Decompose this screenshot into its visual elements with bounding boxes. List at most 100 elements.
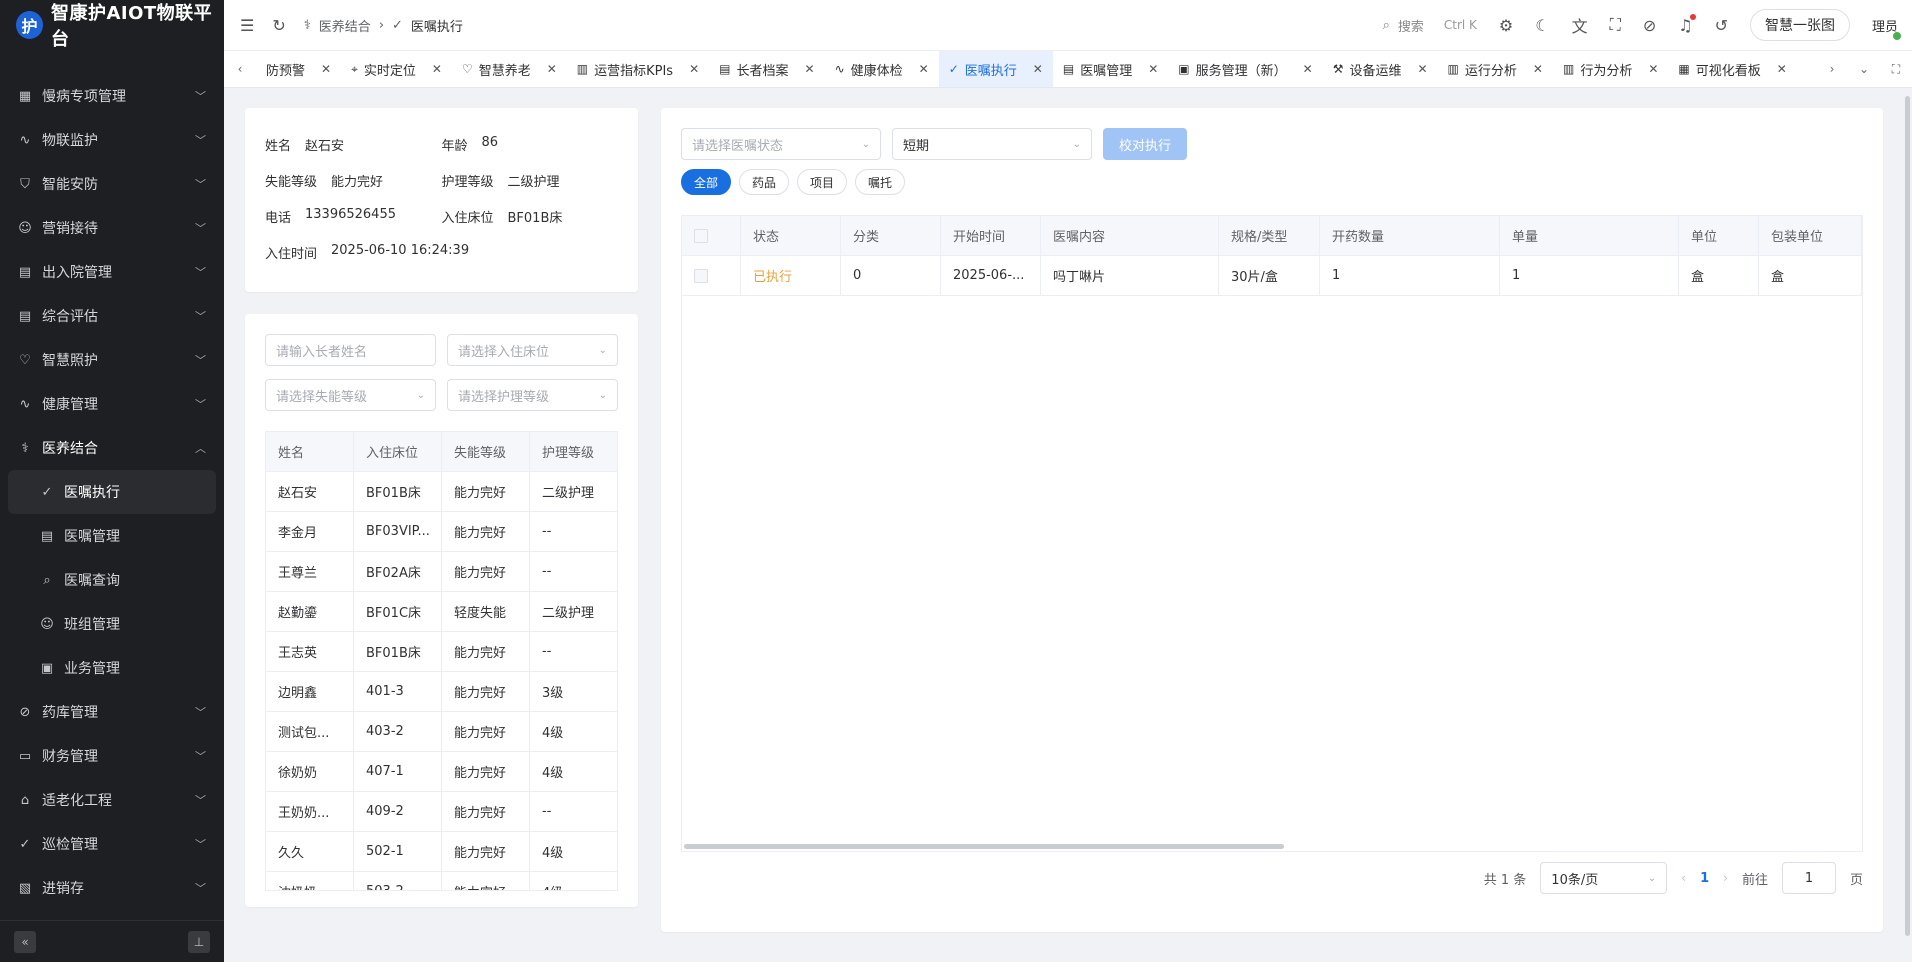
global-search[interactable]: ⌕ 搜索 Ctrl K xyxy=(1383,16,1477,35)
tab[interactable]: ♡ 智慧养老 ✕ xyxy=(452,51,567,87)
column-header[interactable]: 状态 xyxy=(741,216,841,255)
table-row[interactable]: 王奶奶... 409-2 能力完好 -- xyxy=(266,792,617,832)
big-screen-button[interactable]: 智慧一张图 xyxy=(1749,9,1850,41)
tab[interactable]: ▦ 可视化看板 ✕ xyxy=(1668,51,1796,87)
sidebar-item[interactable]: ▤ 综合评估 ﹀ xyxy=(0,294,224,338)
tab[interactable]: ⚒ 设备运维 ✕ xyxy=(1323,51,1438,87)
close-icon[interactable]: ✕ xyxy=(805,62,815,76)
tab[interactable]: ∿ 健康体检 ✕ xyxy=(825,51,939,87)
mute-icon[interactable]: ⊘ xyxy=(1643,16,1656,35)
sidebar-subitem[interactable]: ⌕ 医嘱查询 xyxy=(0,558,224,602)
term-select[interactable]: 短期 ⌄ xyxy=(892,128,1092,160)
sidebar-item[interactable]: ⌂ 适老化工程 ﹀ xyxy=(0,778,224,822)
verify-execute-button[interactable]: 校对执行 xyxy=(1103,128,1188,160)
tab[interactable]: ▤ 长者档案 ✕ xyxy=(709,51,824,87)
sidebar-item[interactable]: ⊘ 药库管理 ﹀ xyxy=(0,690,224,734)
table-row[interactable]: 徐奶奶 407-1 能力完好 4级 xyxy=(266,752,617,792)
dark-mode-icon[interactable]: ☾ xyxy=(1535,16,1549,35)
breadcrumb-parent[interactable]: 医养结合 xyxy=(319,16,371,35)
filter-chip[interactable]: 全部 xyxy=(681,169,732,195)
close-icon[interactable]: ✕ xyxy=(432,62,442,76)
reset-icon[interactable]: ↺ xyxy=(1715,16,1728,35)
column-header[interactable]: 规格/类型 xyxy=(1219,216,1320,255)
sidebar-item[interactable]: ▦ 慢病专项管理 ﹀ xyxy=(0,74,224,118)
table-row[interactable]: 赵勤鎏 BF01C床 轻度失能 二级护理 xyxy=(266,592,617,632)
translate-icon[interactable]: 文 xyxy=(1572,13,1588,37)
page-size-select[interactable]: 10条/页 ⌄ xyxy=(1540,862,1668,894)
table-row[interactable]: 王尊兰 BF02A床 能力完好 -- xyxy=(266,552,617,592)
page-number[interactable]: 1 xyxy=(1700,871,1709,886)
pin-icon[interactable]: ⊥ xyxy=(188,930,210,953)
settings-icon[interactable]: ⚙ xyxy=(1499,16,1513,35)
sidebar-item[interactable]: ▭ 财务管理 ﹀ xyxy=(0,734,224,778)
disability-select[interactable]: 请选择失能等级 ⌄ xyxy=(265,379,436,411)
goto-page-input[interactable]: 1 xyxy=(1781,862,1836,894)
table-row[interactable]: 边明鑫 401-3 能力完好 3级 xyxy=(266,672,617,712)
close-icon[interactable]: ✕ xyxy=(1033,62,1043,76)
column-header[interactable]: 单位 xyxy=(1679,216,1759,255)
close-icon[interactable]: ✕ xyxy=(1303,62,1313,76)
close-icon[interactable]: ✕ xyxy=(1648,62,1658,76)
prev-page-icon[interactable]: ‹ xyxy=(1681,871,1686,885)
sidebar-subitem[interactable]: ☺ 班组管理 xyxy=(0,602,224,646)
app-logo[interactable]: 护 智康护AIOT物联平台 xyxy=(0,0,224,50)
tabs-scroll-right-icon[interactable]: › xyxy=(1816,51,1848,87)
column-header[interactable]: 分类 xyxy=(841,216,941,255)
column-header[interactable]: 入住床位 xyxy=(354,432,442,471)
sidebar-item[interactable]: ▤ 出入院管理 ﹀ xyxy=(0,250,224,294)
close-icon[interactable]: ✕ xyxy=(1148,62,1158,76)
close-icon[interactable]: ✕ xyxy=(689,62,699,76)
sidebar-item[interactable]: ⚕ 医养结合 ︿ xyxy=(0,426,224,470)
column-header[interactable]: 姓名 xyxy=(266,432,354,471)
horizontal-scrollbar[interactable] xyxy=(684,844,1284,849)
tabs-scroll-left-icon[interactable]: ‹ xyxy=(224,51,256,87)
table-row[interactable]: 王志英 BF01B床 能力完好 -- xyxy=(266,632,617,672)
table-row[interactable]: 沈奶奶503-2能力完好4级 xyxy=(266,872,617,890)
table-row[interactable]: 赵石安 BF01B床 能力完好 二级护理 xyxy=(266,472,617,512)
sidebar-item[interactable]: ♡ 智慧照护 ﹀ xyxy=(0,338,224,382)
sidebar-subitem[interactable]: ✓ 医嘱执行 xyxy=(8,470,216,514)
close-icon[interactable]: ✕ xyxy=(547,62,557,76)
column-header[interactable]: 失能等级 xyxy=(442,432,530,471)
column-header[interactable]: 护理等级 xyxy=(530,432,617,471)
table-row[interactable]: 久久 502-1 能力完好 4级 xyxy=(266,832,617,872)
menu-toggle-icon[interactable]: ☰ xyxy=(240,16,254,35)
sidebar-item[interactable]: ⛉ 智能安防 ﹀ xyxy=(0,162,224,206)
sidebar-item[interactable]: ▧ 进销存 ﹀ xyxy=(0,866,224,910)
tabs-menu-icon[interactable]: ⌄ xyxy=(1848,51,1880,87)
tab[interactable]: ⌖ 实时定位 ✕ xyxy=(341,51,452,87)
bell-icon[interactable]: ♫ xyxy=(1678,13,1697,35)
close-icon[interactable]: ✕ xyxy=(1533,62,1543,76)
tabs-maximize-icon[interactable]: ⛶ xyxy=(1880,51,1912,87)
tab[interactable]: ▤ 医嘱管理 ✕ xyxy=(1053,51,1168,87)
filter-chip[interactable]: 项目 xyxy=(797,169,848,195)
row-checkbox[interactable] xyxy=(694,268,708,283)
refresh-icon[interactable]: ↻ xyxy=(272,16,285,35)
filter-chip[interactable]: 药品 xyxy=(739,169,790,195)
sidebar-item[interactable]: ✓ 巡检管理 ﹀ xyxy=(0,822,224,866)
tab[interactable]: ▥ 运营指标KPIs ✕ xyxy=(567,51,709,87)
column-header[interactable]: 开药数量 xyxy=(1320,216,1500,255)
tab[interactable]: ▥ 运行分析 ✕ xyxy=(1438,51,1553,87)
column-header[interactable]: 包装单位 xyxy=(1759,216,1862,255)
select-all-checkbox[interactable] xyxy=(694,228,708,243)
care-select[interactable]: 请选择护理等级 ⌄ xyxy=(447,379,618,411)
next-page-icon[interactable]: › xyxy=(1723,871,1728,885)
bed-select[interactable]: 请选择入住床位 ⌄ xyxy=(447,334,618,366)
close-icon[interactable]: ✕ xyxy=(1417,62,1427,76)
table-row[interactable]: 李金月 BF03VIP... 能力完好 -- xyxy=(266,512,617,552)
sidebar-item[interactable]: ∿ 物联监护 ﹀ xyxy=(0,118,224,162)
column-header[interactable]: 医嘱内容 xyxy=(1041,216,1219,255)
avatar[interactable]: 理员 xyxy=(1872,16,1903,41)
fullscreen-icon[interactable]: ⛶ xyxy=(1610,15,1621,35)
close-icon[interactable]: ✕ xyxy=(1777,62,1787,76)
table-row[interactable]: 测试包... 403-2 能力完好 4级 xyxy=(266,712,617,752)
order-status-select[interactable]: 请选择医嘱状态 ⌄ xyxy=(681,128,881,160)
tab[interactable]: ▥ 行为分析 ✕ xyxy=(1553,51,1668,87)
filter-chip[interactable]: 嘱托 xyxy=(855,169,906,195)
tab[interactable]: ▣ 服务管理（新） ✕ xyxy=(1168,51,1322,87)
elder-name-input[interactable]: 请输入长者姓名 xyxy=(265,334,436,366)
close-icon[interactable]: ✕ xyxy=(321,62,331,76)
column-header[interactable]: 开始时间 xyxy=(941,216,1041,255)
vertical-scrollbar[interactable] xyxy=(1905,96,1910,936)
